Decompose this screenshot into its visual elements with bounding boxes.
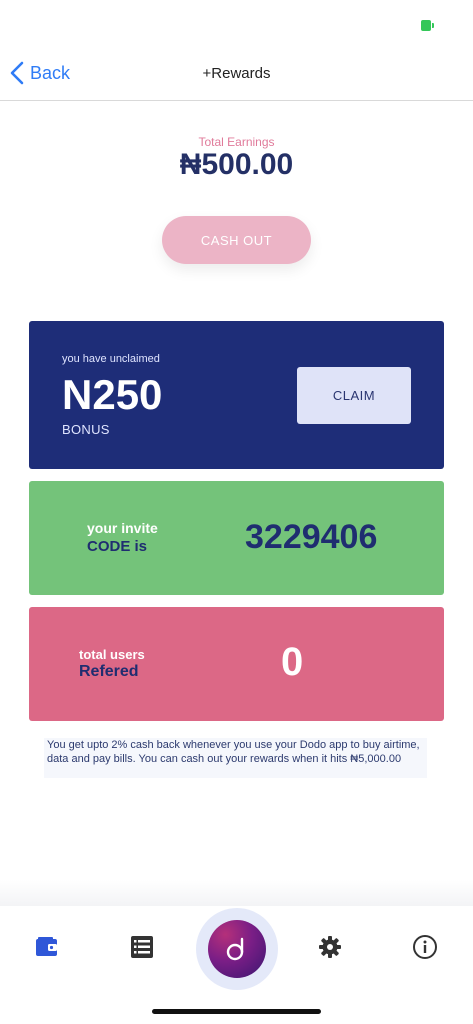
list-icon <box>131 936 153 958</box>
referred-users-card: total users Refered 0 <box>29 607 444 721</box>
tab-transactions[interactable] <box>129 934 155 960</box>
referred-label-line1: total users <box>79 647 145 662</box>
home-indicator <box>152 1009 321 1014</box>
unclaimed-bonus-card: you have unclaimed N250 BONUS CLAIM <box>29 321 444 469</box>
invite-code-value: 3229406 <box>245 518 378 556</box>
total-earnings-label: Total Earnings <box>198 135 275 149</box>
status-bar <box>0 0 473 48</box>
bonus-caption: you have unclaimed <box>62 353 160 365</box>
invite-label-line1: your invite <box>87 520 158 536</box>
cashback-info-text: You get upto 2% cash back whenever you u… <box>44 738 427 778</box>
tab-info[interactable] <box>412 934 438 960</box>
info-icon <box>413 935 437 959</box>
tab-bar <box>0 906 473 1024</box>
tab-bar-shadow <box>0 880 473 906</box>
tab-home[interactable] <box>196 908 278 990</box>
claim-button[interactable]: CLAIM <box>297 367 411 424</box>
wallet-icon <box>36 937 57 956</box>
referred-label-line2: Refered <box>79 663 139 680</box>
battery-icon <box>421 20 434 31</box>
invite-label-line2: CODE is <box>87 538 148 555</box>
page-title: +Rewards <box>202 65 271 82</box>
navigation-bar: Back +Rewards <box>0 48 473 101</box>
cash-out-button[interactable]: CASH OUT <box>162 216 311 264</box>
gear-icon <box>319 936 341 958</box>
tab-wallet[interactable] <box>34 934 60 960</box>
dodo-logo-icon <box>226 937 244 961</box>
bonus-label: BONUS <box>62 422 110 437</box>
bonus-amount: N250 <box>62 371 163 418</box>
invite-code-card: your invite CODE is 3229406 <box>29 481 444 595</box>
dodo-logo-button <box>208 920 266 978</box>
tab-settings[interactable] <box>317 934 343 960</box>
referred-users-count: 0 <box>281 640 304 684</box>
total-earnings-amount: ₦500.00 <box>179 148 294 181</box>
